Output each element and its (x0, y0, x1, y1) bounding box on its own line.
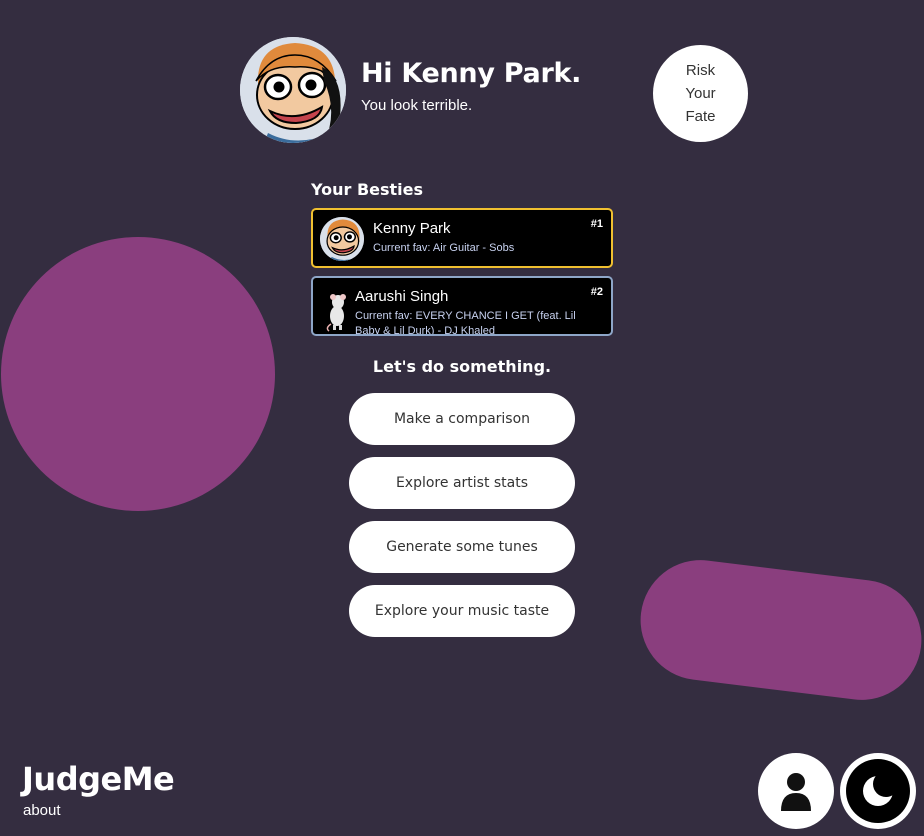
decorative-pill (633, 553, 924, 707)
bestie-rank-badge: #1 (590, 218, 603, 230)
person-icon (781, 773, 811, 811)
bestie-name: Aarushi Singh (355, 288, 449, 305)
bestie-rank-badge: #2 (590, 286, 603, 298)
bestie-avatar (321, 290, 353, 332)
make-comparison-button[interactable]: Make a comparison (349, 393, 575, 445)
risk-your-fate-button[interactable]: Risk Your Fate (653, 45, 748, 142)
explore-artist-stats-button[interactable]: Explore artist stats (349, 457, 575, 509)
brand-logo[interactable]: JudgeMe (22, 760, 175, 798)
about-link[interactable]: about (23, 802, 61, 819)
risk-line-1: Risk (685, 62, 716, 79)
risk-line-2: Your (685, 85, 716, 102)
cartoon-face-icon (240, 37, 346, 143)
greeting-subtitle: You look terrible. (361, 97, 473, 114)
theme-toggle-button[interactable] (840, 753, 916, 829)
actions-heading: Let's do something. (372, 357, 552, 376)
rat-figure-icon (321, 290, 353, 332)
bestie-current-fav: Current fav: Air Guitar - Sobs (373, 242, 515, 254)
bestie-avatar (320, 217, 364, 261)
bestie-name: Kenny Park (373, 220, 451, 237)
page: Hi Kenny Park. You look terrible. Risk Y… (0, 0, 924, 836)
bestie-card-aarushi[interactable]: Aarushi Singh Current fav: EVERY CHANCE … (311, 276, 613, 336)
bestie-card-kenny[interactable]: Kenny Park Current fav: Air Guitar - Sob… (311, 208, 613, 268)
moon-icon (863, 773, 896, 806)
greeting-heading: Hi Kenny Park. (361, 58, 582, 89)
theme-toggle-inner (846, 759, 910, 823)
risk-line-3: Fate (685, 108, 716, 125)
bestie-current-fav: Current fav: EVERY CHANCE I GET (feat. L… (355, 310, 576, 336)
besties-heading: Your Besties (311, 180, 424, 199)
explore-music-taste-button[interactable]: Explore your music taste (349, 585, 575, 637)
cartoon-face-icon (320, 217, 364, 261)
generate-tunes-button[interactable]: Generate some tunes (349, 521, 575, 573)
user-avatar[interactable] (240, 37, 346, 143)
profile-button[interactable] (758, 753, 834, 829)
